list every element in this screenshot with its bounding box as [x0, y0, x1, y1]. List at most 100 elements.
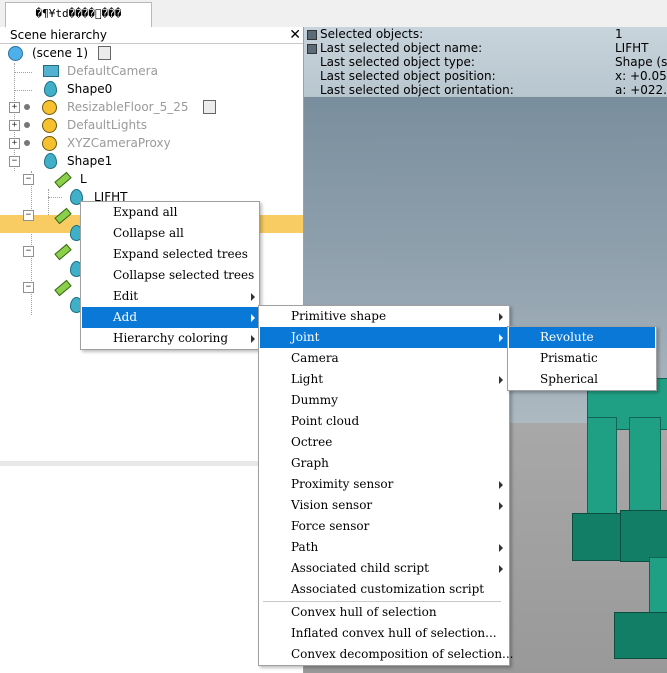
menu-item-revolute[interactable]: Revolute	[509, 327, 655, 348]
menu-item-force-sensor[interactable]: Force sensor	[260, 516, 508, 537]
toggle-info-icon[interactable]	[307, 44, 317, 54]
collapse-icon[interactable]: −	[9, 156, 20, 167]
menu-item-octree[interactable]: Octree	[260, 432, 508, 453]
script-icon[interactable]	[98, 46, 111, 60]
joint-icon	[54, 243, 72, 261]
tree-row[interactable]	[0, 224, 83, 242]
tree-row-xyzcameraproxy[interactable]: + XYZCameraProxy	[0, 134, 303, 152]
menu-item-label: Associated child script	[291, 561, 429, 575]
menu-item-associated-child-script[interactable]: Associated child script	[260, 558, 508, 579]
tree-item-label: DefaultCamera	[67, 64, 158, 78]
menu-item-label: Hierarchy coloring	[113, 331, 229, 345]
menu-item-label: Light	[291, 372, 324, 386]
tree-row-defaultlights[interactable]: + DefaultLights	[0, 116, 303, 134]
menu-item-label: Camera	[291, 351, 339, 365]
submenu-arrow-icon	[499, 481, 503, 489]
submenu-arrow-icon	[499, 376, 503, 384]
menu-item-label: Convex hull of selection	[291, 605, 437, 619]
submenu-arrow-icon	[499, 334, 503, 342]
menu-item-prismatic[interactable]: Prismatic	[509, 348, 655, 369]
tree-row-shape1[interactable]: − Shape1	[0, 152, 303, 170]
tree-row-resizablefloor[interactable]: + ResizableFloor_5_25	[0, 98, 303, 116]
tree-row-defaultcamera[interactable]: DefaultCamera	[0, 62, 303, 80]
info-label: Last selected object orientation:	[320, 83, 514, 97]
menu-item-edit[interactable]: Edit	[82, 286, 258, 307]
model-icon	[24, 122, 30, 128]
info-value: Shape (s	[615, 55, 667, 69]
expand-icon[interactable]: +	[9, 138, 20, 149]
tree-row[interactable]: −	[0, 206, 80, 225]
dummy-icon	[42, 100, 57, 115]
menu-item-spherical[interactable]: Spherical	[509, 369, 655, 390]
menu-item-label: Proximity sensor	[291, 477, 394, 491]
menu-item-label: Graph	[291, 456, 329, 470]
menu-item-inflated-convex-hull[interactable]: Inflated convex hull of selection...	[260, 623, 508, 644]
menu-item-joint[interactable]: Joint	[260, 327, 508, 348]
menu-item-label: Point cloud	[291, 414, 360, 428]
collapse-info-icon[interactable]	[307, 30, 317, 40]
tree-item-label: XYZCameraProxy	[67, 136, 171, 150]
submenu-arrow-icon	[499, 313, 503, 321]
expand-icon[interactable]: +	[9, 120, 20, 131]
info-value: x: +0.0591	[615, 69, 667, 83]
menu-item-expand-selected-trees[interactable]: Expand selected trees	[82, 244, 258, 265]
submenu-arrow-icon	[251, 293, 255, 301]
menu-item-convex-hull[interactable]: Convex hull of selection	[260, 602, 508, 623]
menu-item-collapse-selected-trees[interactable]: Collapse selected trees	[82, 265, 258, 286]
tree-row[interactable]	[0, 296, 83, 314]
close-icon[interactable]: ✕	[289, 28, 301, 42]
menu-item-collapse-all[interactable]: Collapse all	[82, 223, 258, 244]
tree-item-label: Shape1	[67, 154, 113, 168]
collapse-icon[interactable]: −	[23, 210, 34, 221]
tree-item-label: L	[80, 172, 87, 186]
menu-item-primitive-shape[interactable]: Primitive shape	[260, 306, 508, 327]
tree-row[interactable]: −	[0, 242, 80, 261]
robot-leg	[629, 417, 661, 514]
menu-item-proximity-sensor[interactable]: Proximity sensor	[260, 474, 508, 495]
collapse-icon[interactable]: −	[23, 174, 34, 185]
tree-row-scene[interactable]: (scene 1)	[0, 44, 303, 62]
dummy-icon	[42, 118, 57, 133]
tree-row-l[interactable]: − L	[0, 170, 303, 189]
model-icon	[24, 104, 30, 110]
menu-item-hierarchy-coloring[interactable]: Hierarchy coloring	[82, 328, 258, 349]
joint-icon	[54, 207, 72, 225]
robot-leg	[649, 557, 667, 619]
tab-bar: �¶¥td����ͩ���	[0, 0, 667, 28]
menu-item-add[interactable]: Add	[82, 307, 258, 328]
menu-item-associated-customization-script[interactable]: Associated customization script	[260, 579, 508, 600]
collapse-icon[interactable]: −	[23, 246, 34, 257]
menu-item-label: Force sensor	[291, 519, 370, 533]
menu-item-camera[interactable]: Camera	[260, 348, 508, 369]
expand-icon[interactable]: +	[9, 102, 20, 113]
menu-item-label: Joint	[291, 330, 320, 344]
info-label: Last selected object position:	[320, 69, 496, 83]
menu-item-vision-sensor[interactable]: Vision sensor	[260, 495, 508, 516]
tree-item-label: DefaultLights	[67, 118, 148, 132]
joint-submenu: Revolute Prismatic Spherical	[507, 326, 657, 391]
camera-icon	[43, 65, 59, 77]
menu-item-point-cloud[interactable]: Point cloud	[260, 411, 508, 432]
menu-item-convex-decomposition[interactable]: Convex decomposition of selection...	[260, 644, 514, 665]
menu-item-label: Edit	[113, 289, 139, 303]
info-value: a: +022.9	[615, 83, 667, 97]
panel-title: Scene hierarchy	[10, 28, 107, 42]
menu-item-path[interactable]: Path	[260, 537, 508, 558]
collapse-icon[interactable]: −	[23, 282, 34, 293]
scene-tab[interactable]: �¶¥td����ͩ���	[5, 2, 152, 27]
tree-item-label: ResizableFloor_5_25	[67, 100, 189, 114]
script-icon[interactable]	[203, 100, 216, 114]
tree-row[interactable]	[0, 260, 83, 278]
shape-icon	[44, 153, 57, 169]
menu-item-light[interactable]: Light	[260, 369, 508, 390]
menu-item-dummy[interactable]: Dummy	[260, 390, 508, 411]
submenu-arrow-icon	[499, 565, 503, 573]
menu-item-label: Dummy	[291, 393, 338, 407]
menu-item-label: Vision sensor	[291, 498, 373, 512]
submenu-arrow-icon	[499, 502, 503, 510]
menu-item-label: Convex decomposition of selection...	[291, 647, 514, 661]
tree-row[interactable]: −	[0, 278, 80, 297]
menu-item-expand-all[interactable]: Expand all	[82, 202, 258, 223]
tree-row-shape0[interactable]: Shape0	[0, 80, 303, 98]
menu-item-graph[interactable]: Graph	[260, 453, 508, 474]
